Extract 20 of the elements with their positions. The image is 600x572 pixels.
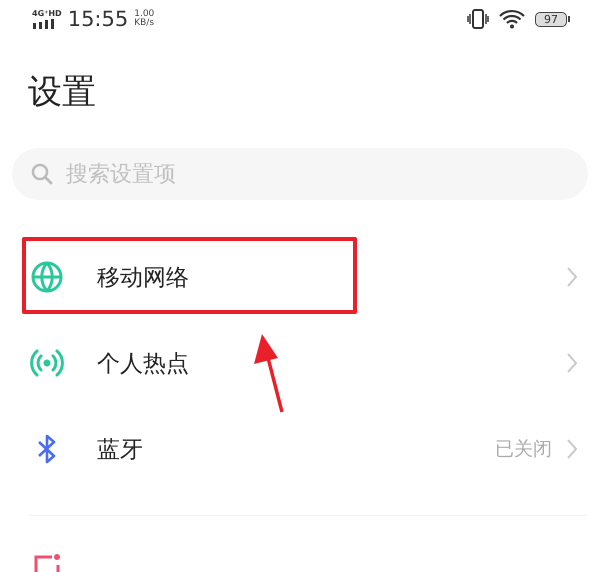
item-value: 已关闭: [495, 437, 552, 462]
settings-item[interactable]: 移动网络: [0, 234, 600, 320]
item-label: 蓝牙: [97, 436, 144, 464]
page-title: 设置: [27, 71, 97, 114]
chevron-icon: [566, 438, 578, 460]
vibrate-icon: [467, 9, 489, 29]
network-type: 4G⁺HD: [32, 10, 62, 18]
speed-value: 1.00: [134, 10, 154, 19]
globe-icon: [30, 260, 64, 294]
item-label: 移动网络: [97, 264, 190, 292]
chevron-icon: [566, 352, 578, 374]
item-label: 个人热点: [97, 350, 190, 378]
speed-unit: KB/s: [134, 19, 154, 28]
settings-item[interactable]: 个人热点: [0, 320, 600, 406]
wifi-icon: [499, 9, 525, 29]
settings-item[interactable]: 蓝牙 已关闭: [0, 406, 600, 492]
signal-icon: [32, 18, 54, 28]
clock-time: 15:55: [68, 7, 128, 31]
battery-indicator: 97: [535, 12, 570, 26]
chevron-icon: [566, 266, 578, 288]
